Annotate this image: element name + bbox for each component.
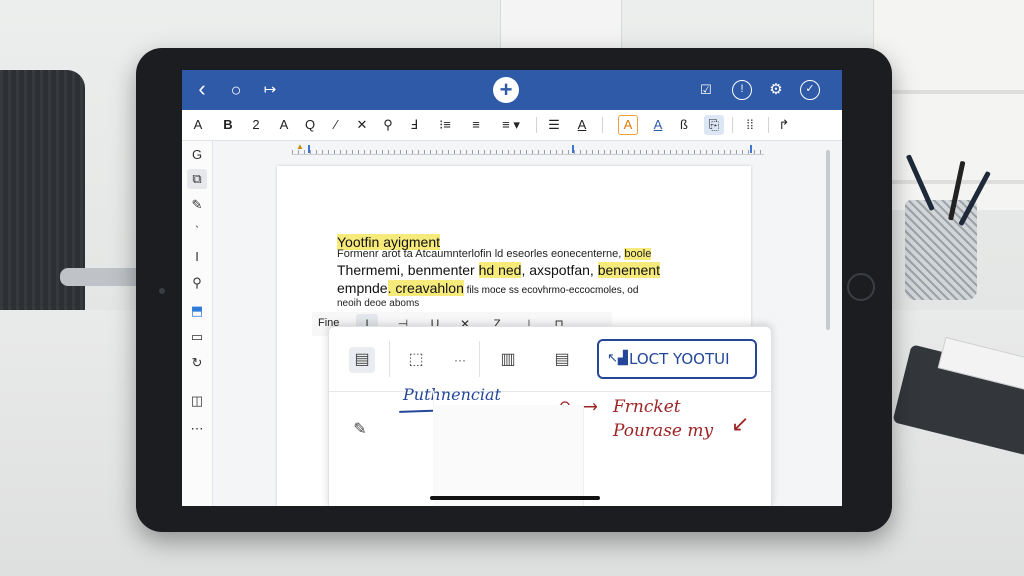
home-button[interactable] [847,273,875,301]
align-icon[interactable]: ≡ [466,115,486,135]
text-cursor-icon[interactable]: I [187,247,207,267]
align-dropdown-icon[interactable]: ≡ ▾ [494,115,528,135]
home-indicator[interactable] [430,496,600,500]
present-icon[interactable]: ☑ [696,80,716,100]
settings-icon[interactable]: ⚙ [766,80,786,100]
redo-icon[interactable]: ↱ [774,115,794,135]
chart-arrow-icon: ↖▟ [607,351,628,366]
list-icon[interactable]: ▤ [549,347,575,373]
style-icon[interactable]: ß [674,115,694,135]
handwriting-red-line2: Pourase my [613,421,714,441]
copy-format-icon[interactable]: ⎘ [704,115,724,135]
ruler [292,144,764,155]
clear-format-icon[interactable]: ✕ [352,115,372,135]
document-icon[interactable]: ▤ [349,347,375,373]
edit-note-icon[interactable]: ✎ [347,417,373,443]
title-bar: ‹ ○ ↦ + ☑ ! ⚙ ✓ [182,70,842,110]
page-icon[interactable]: ▥ [495,347,521,373]
paragraph-icon[interactable]: ☰ [544,115,564,135]
format-toolbar: A B 2 A Q ⁄ ✕ ⚲ Ⅎ ⁝≡ ≡ ≡ ▾ ☰ A A A ß ⎘ ⁞… [182,110,842,141]
tools-panel: ▤ ⬚ ··· ▥ ▤ ↖▟ LOCT YOOTUI Puthnenciat ↶… [328,326,772,506]
frame-icon[interactable]: ▭ [187,327,207,347]
spacing-icon[interactable]: Ⅎ [404,115,424,135]
ruler-tab-stop[interactable] [308,145,310,153]
scrollbar[interactable] [826,150,830,330]
panel-middle-column [433,405,584,506]
circle-icon[interactable]: ○ [226,80,246,100]
loct-label: LOCT YOOTUI [629,350,730,368]
left-sidebar: G ⧉ ✎ ˋ I ⚲ ⬒ ▭ ↻ ◫ ⋯ [182,141,213,506]
arrow-left-icon: ↙ [731,411,750,436]
shelf [873,0,1024,210]
chevron-left-icon[interactable]: ‹ [192,78,212,100]
document-line: empnde. creavahlon fils moce ss ecovhrmo… [337,280,639,296]
number-icon[interactable]: 2 [246,115,266,135]
more-icon[interactable]: ··· [447,347,473,373]
font-a-icon[interactable]: A [188,115,208,135]
info-icon[interactable]: ! [732,80,752,100]
indent-marker[interactable]: ▲ [296,142,304,151]
arrow-right-icon[interactable]: ↦ [260,80,280,100]
more-icon[interactable]: ⋯ [187,419,207,439]
plus-icon[interactable]: + [493,77,519,103]
handwriting-red-line1: Frncket [613,397,681,417]
text-underline-icon[interactable]: A [572,115,592,135]
ruler-tab-stop[interactable] [572,145,574,153]
line-icon[interactable]: ˋ [187,221,207,241]
font-color-blue-icon[interactable]: A [648,115,668,135]
highlight-icon[interactable]: ⚲ [378,115,398,135]
panel-icon[interactable]: ◫ [187,391,207,411]
text-highlight-color-icon[interactable]: A [618,115,638,135]
ruler-tab-stop[interactable] [750,145,752,153]
pencil-icon[interactable]: ✎ [187,195,207,215]
document-line: Thermemi, benmenter hd ned, axspotfan, b… [337,262,660,278]
panel-left-column: ✎ [329,391,434,506]
panel-tool-row: ▤ ⬚ ··· ▥ ▤ ↖▟ LOCT YOOTUI [329,327,771,392]
search-icon[interactable]: Q [300,115,320,135]
wall-panel [500,0,622,49]
tablet: ‹ ○ ↦ + ☑ ! ⚙ ✓ A B 2 A Q ⁄ ✕ ⚲ Ⅎ ⁝≡ ≡ ≡… [136,48,892,532]
office-chair [0,70,85,330]
search-icon[interactable]: ⚲ [187,273,207,293]
italic-icon[interactable]: ⁄ [326,115,346,135]
bold-icon[interactable]: B [218,115,238,135]
check-icon[interactable]: ✓ [800,80,820,100]
camera [159,288,165,294]
shape-icon[interactable]: ⬒ [187,301,207,321]
document-line: neoih deoe aboms [337,298,420,309]
grid-icon[interactable]: ⁞⁞ [740,115,760,135]
loct-button[interactable]: ↖▟ LOCT YOOTUI [597,339,757,379]
app-screen: ‹ ○ ↦ + ☑ ! ⚙ ✓ A B 2 A Q ⁄ ✕ ⚲ Ⅎ ⁝≡ ≡ ≡… [182,70,842,506]
rotate-icon[interactable]: ↻ [187,353,207,373]
refresh-icon[interactable]: G [187,145,207,165]
crop-icon[interactable]: ⬚ [403,347,429,373]
layout-icon[interactable]: ⧉ [187,169,207,189]
bullet-list-icon[interactable]: ⁝≡ [430,115,460,135]
font-color-icon[interactable]: A [274,115,294,135]
document-line: Formenr arot ta Atcaumnterlofin ld eseor… [337,248,652,260]
